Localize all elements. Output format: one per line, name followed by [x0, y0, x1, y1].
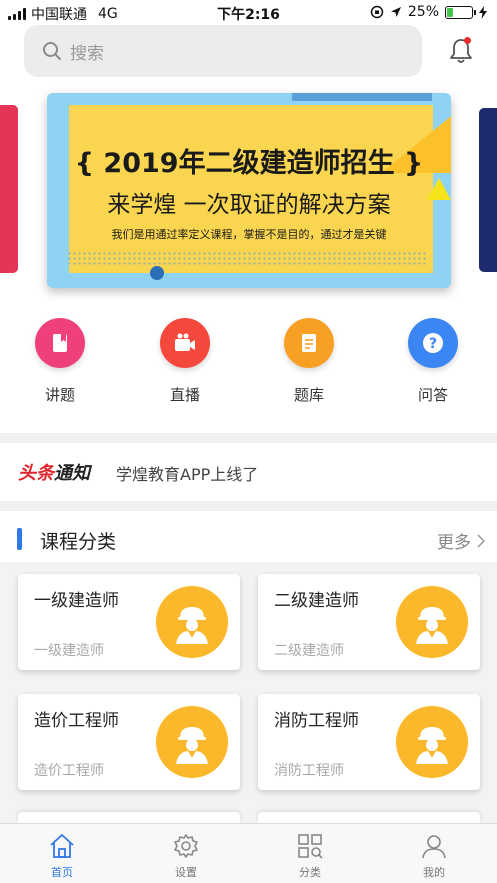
course-category-header: 课程分类 更多: [0, 511, 497, 567]
charging-icon: [479, 5, 487, 19]
status-right: 25%: [370, 4, 487, 20]
quick-nav-label: 讲题: [44, 386, 75, 404]
headline-tag-dark: 通知: [54, 463, 90, 484]
quick-nav-item-qa[interactable]: ? 问答: [393, 318, 473, 405]
quick-nav-label: 直播: [169, 386, 200, 404]
home-icon: [50, 834, 74, 858]
worker-avatar-icon: [396, 586, 468, 658]
course-card[interactable]: 二级建造师 二级建造师: [258, 574, 480, 670]
video-camera-icon: [160, 318, 210, 368]
headline-tag-red: 头条: [18, 463, 54, 484]
section-title: 课程分类: [40, 531, 117, 553]
tab-settings[interactable]: 设置: [146, 832, 226, 880]
banner-stripe: [292, 93, 432, 101]
promo-banner[interactable]: { 2019年二级建造师招生 } 来学煌 一次取证的解决方案 我们是用通过率定义…: [47, 93, 451, 288]
svg-text:?: ?: [429, 336, 437, 352]
tab-label: 设置: [175, 866, 197, 879]
section-divider: [0, 433, 497, 443]
quick-nav-label: 问答: [417, 386, 448, 404]
worker-avatar-icon: [156, 706, 228, 778]
quick-nav-item-lecture[interactable]: 讲题: [20, 318, 100, 405]
banner-triangle: [427, 178, 451, 200]
course-card[interactable]: 一级建造师 一级建造师: [18, 574, 240, 670]
notification-badge: [464, 37, 471, 44]
course-card[interactable]: 造价工程师 造价工程师: [18, 694, 240, 790]
course-title: 造价工程师: [34, 711, 119, 731]
banner-tagline: 我们是用通过率定义课程，掌握不是目的，通过才是关键: [111, 228, 387, 241]
banner-prev-slide[interactable]: [0, 105, 18, 273]
course-subtitle: 消防工程师: [274, 763, 344, 779]
quick-nav-item-live[interactable]: 直播: [145, 318, 225, 405]
chevron-right-icon: [477, 533, 485, 548]
banner-next-slide[interactable]: [479, 108, 497, 272]
banner-dot: [150, 266, 164, 280]
course-subtitle: 一级建造师: [34, 643, 104, 659]
banner-subtitle: 来学煌 一次取证的解决方案: [107, 192, 391, 218]
worker-avatar-icon: [396, 706, 468, 778]
battery-fill: [447, 7, 453, 17]
news-text: 学煌教育APP上线了: [116, 465, 259, 484]
category-icon: [298, 834, 323, 859]
user-icon: [422, 835, 446, 859]
quick-nav-label: 题库: [293, 386, 324, 404]
news-ticker[interactable]: 头条通知 学煌教育APP上线了: [0, 443, 497, 501]
battery-percent: 25%: [407, 4, 439, 20]
book-icon: [35, 318, 85, 368]
question-icon: ?: [408, 318, 458, 368]
quick-nav: 讲题 直播 题库 ? 问答: [0, 318, 497, 418]
location-icon: [390, 7, 401, 17]
search-icon: [43, 42, 61, 60]
gear-icon: [174, 834, 198, 858]
banner-dots-pattern: [67, 251, 427, 265]
search-placeholder: 搜索: [70, 43, 104, 64]
battery-icon: [445, 5, 476, 19]
course-title: 消防工程师: [274, 711, 359, 731]
bottom-tab-bar: 首页 设置 分类 我的: [0, 823, 497, 883]
tab-category[interactable]: 分类: [270, 832, 350, 880]
tab-label: 首页: [51, 866, 73, 879]
tab-label: 分类: [299, 866, 321, 879]
tab-label: 我的: [423, 866, 445, 879]
status-bar: 中国联通 4G 下午2:16 25%: [0, 0, 497, 26]
section-divider: [0, 501, 497, 511]
notebook-icon: [284, 318, 334, 368]
course-card[interactable]: 消防工程师 消防工程师: [258, 694, 480, 790]
quick-nav-item-question-bank[interactable]: 题库: [269, 318, 349, 405]
section-accent-bar: [17, 528, 22, 550]
rotation-lock-icon: [370, 5, 384, 19]
search-input[interactable]: 搜索: [24, 25, 422, 77]
tab-home[interactable]: 首页: [22, 832, 102, 880]
more-link[interactable]: 更多: [437, 528, 485, 553]
course-subtitle: 二级建造师: [274, 643, 344, 659]
headline-tag: 头条通知: [18, 459, 90, 485]
banner-title: { 2019年二级建造师招生 }: [74, 148, 424, 179]
course-title: 二级建造师: [274, 591, 359, 611]
worker-avatar-icon: [156, 586, 228, 658]
more-label: 更多: [437, 533, 471, 553]
course-subtitle: 造价工程师: [34, 763, 104, 779]
course-title: 一级建造师: [34, 591, 119, 611]
tab-profile[interactable]: 我的: [394, 832, 474, 880]
